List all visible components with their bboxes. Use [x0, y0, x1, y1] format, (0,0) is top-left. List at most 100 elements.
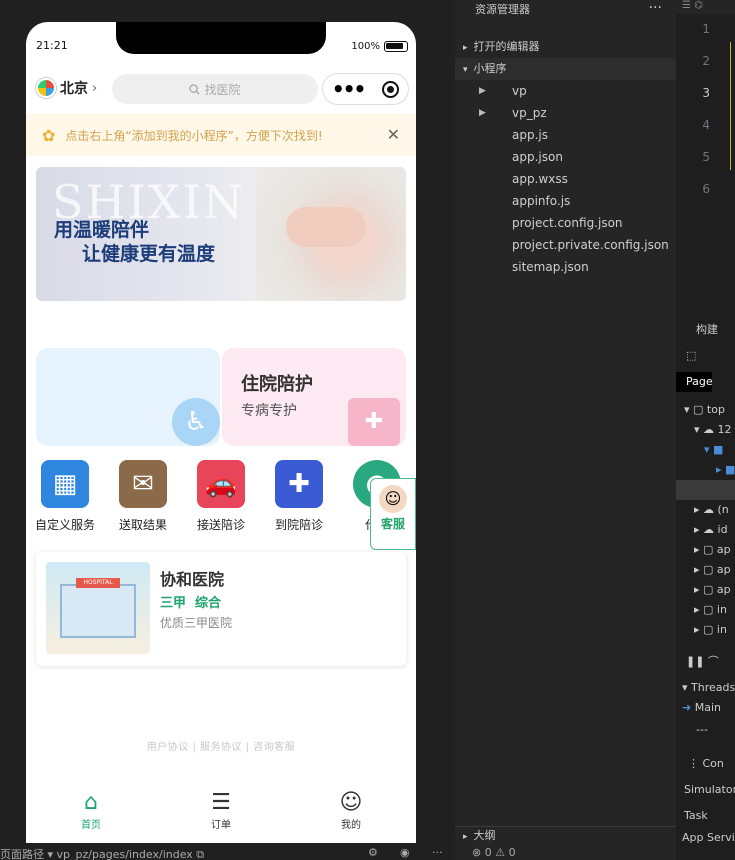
service-item[interactable]: ▦ 自定义服务 [26, 460, 104, 538]
chevron-right-icon: ▶ [479, 108, 486, 118]
main-label: Main [694, 701, 721, 714]
outline-label: 大纲 [473, 829, 496, 842]
tree-row[interactable]: ▸ ▢ ap [676, 580, 735, 600]
tree-row[interactable]: ▸ ☁ (n [676, 500, 735, 520]
courier-icon: ✉ [119, 460, 167, 508]
tree-file[interactable]: project.config.json [455, 212, 676, 234]
console-tab[interactable]: ⋮ Con [676, 754, 735, 774]
tab-label: 首页 [81, 820, 101, 831]
tree-file[interactable]: app.json [455, 146, 676, 168]
app-service-row[interactable]: App Servi [676, 828, 735, 848]
copy-icon[interactable]: ⧉ [196, 848, 204, 860]
battery-text: 100% [351, 41, 380, 52]
folder-icon: ▸ ■ [716, 463, 735, 476]
eye-icon[interactable]: ◉ [400, 846, 410, 859]
tree-row[interactable]: ▾ ▢ top [676, 400, 735, 420]
more-dots-icon[interactable]: ••• [332, 79, 366, 99]
inspect-icon[interactable]: ⬚ [676, 346, 735, 366]
search-placeholder: 找医院 [204, 82, 241, 97]
file-name: vp [512, 84, 527, 98]
tree-folder[interactable]: ▶ vp_pz [455, 102, 676, 124]
open-editors-section[interactable]: ▸ 打开的编辑器 [455, 36, 676, 58]
service-card-left[interactable]: ♿ [36, 348, 220, 446]
kefu-label: 客服 [380, 517, 405, 531]
hero-banner[interactable]: SHIXIN 用温暖陪伴 让健康更有温度 [36, 167, 406, 301]
chevron-right-icon: ▸ [463, 832, 468, 842]
hospital-desc: 优质三甲医院 [160, 616, 233, 630]
city-logo-icon [36, 78, 56, 98]
page-path-bar: 页面路径 ▾ vp_pz/pages/index/index ⧉ [0, 846, 204, 860]
search-input[interactable]: 找医院 [112, 74, 318, 104]
code-editor[interactable]: ☰ ⌬ 1 2 3 4 5 6 [676, 0, 735, 320]
city-selector[interactable]: 北京 › [36, 78, 97, 98]
service-item[interactable]: ✚ 到院陪诊 [260, 460, 338, 538]
customer-service-button[interactable]: ☺ 客服 [370, 478, 416, 550]
tree-label: ap [716, 583, 731, 596]
tree-file[interactable]: sitemap.json [455, 256, 676, 278]
close-icon[interactable]: ✕ [387, 125, 400, 144]
tree-row[interactable]: ▸ ▢ ap [676, 560, 735, 580]
tree-label: ap [716, 563, 731, 576]
tree-label: in [716, 603, 727, 616]
file-name: project.private.config.json [512, 238, 669, 252]
hospital-tags: 三甲 综合 [160, 596, 222, 611]
tree-row[interactable]: ▸ ☁ id [676, 520, 735, 540]
build-tab[interactable]: 构建 [676, 320, 735, 340]
file-name: sitemap.json [512, 260, 589, 274]
console-label: Con [702, 757, 724, 770]
selected-row[interactable] [676, 480, 735, 500]
main-thread[interactable]: ➜ Main [676, 698, 735, 718]
tree-file[interactable]: app.wxss [455, 168, 676, 190]
file-name: vp_pz [512, 106, 547, 120]
pause-icon[interactable]: ❚❚ ⌒ [676, 652, 735, 672]
page-tab[interactable]: Page [676, 372, 712, 392]
file-name: app.js [512, 128, 548, 142]
profile-icon: ☺ [339, 790, 363, 815]
simulator-tab[interactable]: Simulator [676, 780, 735, 800]
tree-file[interactable]: appinfo.js [455, 190, 676, 212]
tree-folder[interactable]: ▶ vp [455, 80, 676, 102]
tree-row[interactable]: ▸ ▢ ap [676, 540, 735, 560]
problems-indicator[interactable]: ⊗ 0 ⚠ 0 [472, 846, 516, 859]
tree-row[interactable]: ▸ ▢ in [676, 600, 735, 620]
error-count: 0 [484, 846, 492, 859]
tree-label: ap [716, 543, 731, 556]
service-label: 到院陪诊 [274, 518, 323, 532]
hospital-image: HOSPITAL [46, 562, 150, 654]
service-item[interactable]: 🚗 接送陪诊 [182, 460, 260, 538]
service-item[interactable]: ✉ 送取结果 [104, 460, 182, 538]
page-path[interactable]: vp_pz/pages/index/index [57, 848, 193, 860]
bracket-highlight [730, 42, 735, 170]
hospital-card[interactable]: HOSPITAL 协和医院 三甲 综合 优质三甲医院 [36, 552, 406, 666]
footer-links[interactable]: 用户协议 | 服务协议 | 咨询客服 [26, 738, 416, 753]
banner-line2: 让健康更有温度 [82, 243, 216, 265]
hospital-building-icon [60, 584, 136, 638]
settings-icon[interactable]: ⚙ [368, 846, 378, 859]
more-icon[interactable]: ··· [432, 846, 443, 859]
chevron-right-icon: ▸ [463, 43, 468, 53]
service-card-inpatient[interactable]: 住院陪护 专病专护 ✚ [222, 348, 406, 446]
line-number: 3 [702, 86, 710, 100]
project-section[interactable]: ▾ 小程序 [455, 58, 676, 80]
tab-bar: ⌂ 首页 ☰ 订单 ☺ 我的 [26, 788, 416, 843]
tree-row[interactable]: ▾ ☁ 12 [676, 420, 735, 440]
task-header: Task [684, 809, 708, 822]
more-icon[interactable]: ··· [649, 0, 662, 18]
project-label: 小程序 [473, 62, 507, 75]
file-name: app.wxss [512, 172, 568, 186]
panel-divider[interactable] [439, 0, 455, 844]
banner-hands-image [256, 167, 406, 301]
outline-section[interactable]: ▸ 大纲 [455, 826, 676, 844]
tree-file[interactable]: project.private.config.json [455, 234, 676, 256]
tree-file[interactable]: app.js [455, 124, 676, 146]
tree-row[interactable]: ▸ ▢ in [676, 620, 735, 640]
tab-home[interactable]: ⌂ 首页 [26, 788, 156, 843]
close-miniprogram-icon[interactable] [382, 80, 400, 98]
threads-section[interactable]: ▾ Threads [676, 678, 735, 698]
tab-orders[interactable]: ☰ 订单 [156, 788, 286, 843]
battery-status: 100% [351, 41, 408, 52]
tab-label: 我的 [341, 820, 361, 831]
battery-icon [384, 41, 408, 52]
line-number: 6 [702, 182, 710, 196]
tab-profile[interactable]: ☺ 我的 [286, 788, 416, 843]
